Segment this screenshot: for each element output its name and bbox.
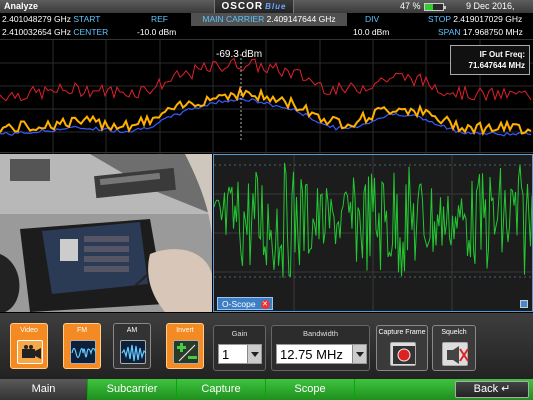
control-bar: Video FM AM Invert Gain 1 Bandwidth 12.7… bbox=[0, 313, 533, 379]
camera-icon bbox=[17, 340, 43, 364]
squelch-icon bbox=[442, 342, 469, 366]
chevron-down-icon[interactable] bbox=[352, 345, 366, 363]
center-readout[interactable]: 2.410032654 GHz CENTER bbox=[2, 26, 108, 39]
if-out-freq-box: IF Out Freq: 71.647644 MHz bbox=[450, 45, 530, 75]
div-value[interactable]: 10.0 dBm bbox=[353, 26, 389, 39]
chevron-down-icon[interactable] bbox=[247, 345, 261, 363]
return-arrow-icon: ↵ bbox=[501, 383, 511, 395]
start-readout[interactable]: 2.401048279 GHz START bbox=[2, 13, 100, 26]
invert-icon bbox=[173, 340, 199, 364]
spectrum-display[interactable]: -69.3 dBm IF Out Freq: 71.647644 MHz bbox=[0, 39, 533, 154]
video-button[interactable]: Video bbox=[10, 323, 48, 369]
record-icon bbox=[390, 342, 416, 366]
battery-icon bbox=[424, 3, 446, 11]
bottom-nav: Main Subcarrier Capture Scope Back ↵ bbox=[0, 379, 533, 400]
capture-frame-button[interactable]: Capture Frame bbox=[376, 325, 428, 371]
fm-button[interactable]: FM bbox=[63, 323, 101, 369]
close-icon[interactable]: ✕ bbox=[260, 300, 270, 309]
gain-group: Gain 1 bbox=[213, 325, 266, 371]
battery-percent: 47 % bbox=[400, 1, 421, 11]
pin-icon[interactable] bbox=[520, 300, 528, 308]
squelch-button[interactable]: Squelch bbox=[432, 325, 476, 371]
span-readout[interactable]: SPAN 17.968750 MHz bbox=[438, 26, 523, 39]
oscope-tab[interactable]: O-Scope ✕ bbox=[217, 297, 273, 310]
gain-select[interactable]: 1 bbox=[218, 344, 262, 364]
ref-label: REF bbox=[151, 14, 168, 24]
title-bar: Analyze OSCORBlue 47 % 9 Dec 2016, 15:58 bbox=[0, 0, 533, 24]
bandwidth-group: Bandwidth 12.75 MHz bbox=[271, 325, 370, 371]
am-button[interactable]: AM bbox=[113, 323, 151, 369]
tab-capture[interactable]: Capture bbox=[177, 379, 266, 400]
stop-readout[interactable]: STOP 2.419017029 GHz bbox=[428, 13, 522, 26]
tab-scope[interactable]: Scope bbox=[266, 379, 355, 400]
tab-subcarrier[interactable]: Subcarrier bbox=[88, 379, 177, 400]
main-carrier-readout[interactable]: MAIN CARRIER 2.409147644 GHz bbox=[191, 13, 347, 26]
am-wave-icon bbox=[120, 340, 147, 364]
back-button[interactable]: Back ↵ bbox=[455, 381, 529, 398]
invert-button[interactable]: Invert bbox=[166, 323, 204, 369]
ref-value[interactable]: -10.0 dBm bbox=[137, 26, 176, 39]
oscilloscope-display[interactable] bbox=[213, 154, 533, 312]
frequency-info-panel: 2.401048279 GHz START REF MAIN CARRIER 2… bbox=[0, 13, 533, 39]
tab-main[interactable]: Main bbox=[0, 379, 88, 400]
app-title: Analyze bbox=[4, 1, 39, 11]
marker-readout: -69.3 dBm bbox=[216, 49, 263, 60]
video-feed bbox=[0, 154, 212, 312]
fm-wave-icon bbox=[70, 340, 97, 364]
brand-logo: OSCOR Blue bbox=[214, 0, 294, 13]
div-label: DIV bbox=[365, 14, 380, 24]
bandwidth-select[interactable]: 12.75 MHz bbox=[276, 344, 367, 364]
